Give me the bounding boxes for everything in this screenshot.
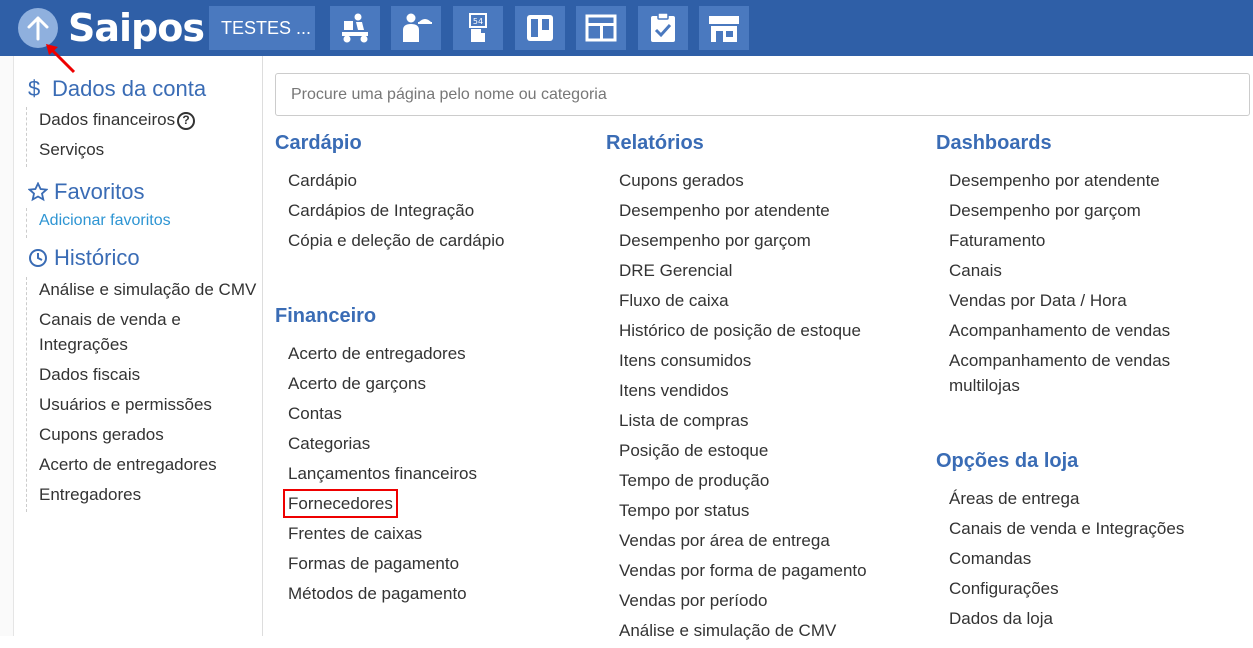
search-input[interactable] (275, 73, 1250, 116)
store-icon (709, 16, 739, 42)
menu-item[interactable]: Cupons gerados (619, 168, 926, 198)
sidebar-item-history[interactable]: Análise e simulação de CMV (39, 277, 261, 307)
kanban-icon (527, 15, 553, 41)
menu-item[interactable]: Desempenho por atendente (619, 198, 926, 228)
menu-item[interactable]: Faturamento (949, 228, 1236, 258)
waiter-icon (403, 13, 432, 42)
dashboards-section: Dashboards Desempenho por atendente Dese… (936, 132, 1236, 403)
account-section-title: $ Dados da conta (28, 76, 206, 102)
financial-data-label: Dados financeiros (39, 110, 176, 129)
financeiro-heading: Financeiro (275, 305, 377, 327)
menu-item[interactable]: Formas de pagamento (288, 551, 595, 581)
menu-item[interactable]: Itens consumidos (619, 348, 926, 378)
star-icon (28, 182, 48, 202)
dashboards-heading: Dashboards (936, 132, 1052, 154)
menu-item[interactable]: Vendas por Data / Hora (949, 288, 1236, 318)
relatorios-section: Relatórios Cupons gerados Desempenho por… (606, 132, 926, 648)
account-title-text: Dados da conta (52, 76, 207, 101)
menu-item[interactable]: Tempo por status (619, 498, 926, 528)
menu-item[interactable]: Itens vendidos (619, 378, 926, 408)
history-section-title: Histórico (28, 245, 140, 271)
opcoes-section: Opções da loja Áreas de entrega Canais d… (936, 450, 1236, 636)
sidebar-item-history[interactable]: Acerto de entregadores (39, 452, 261, 482)
menu-item[interactable]: Vendas por área de entrega (619, 528, 926, 558)
menu-item[interactable]: Contas (288, 401, 595, 431)
table-tag-button[interactable]: 54 (453, 6, 503, 50)
svg-text:54: 54 (473, 17, 483, 26)
financeiro-section: Financeiro Acerto de entregadores Acerto… (275, 305, 595, 611)
menu-item[interactable]: Lançamentos financeiros (288, 461, 595, 491)
menu-item[interactable]: Fluxo de caixa (619, 288, 926, 318)
menu-item[interactable]: Lista de compras (619, 408, 926, 438)
sidebar-item-history[interactable]: Dados fiscais (39, 362, 261, 392)
cardapio-section: Cardápio Cardápio Cardápios de Integraçã… (275, 132, 595, 258)
menu-item[interactable]: Tempo de produção (619, 468, 926, 498)
favorites-section-title: Favoritos (28, 179, 144, 205)
sidebar-item-financial-data[interactable]: Dados financeiros? (39, 107, 196, 137)
sidebar-item-history[interactable]: Entregadores (39, 482, 261, 512)
menu-item-fornecedores[interactable]: Fornecedores (288, 491, 595, 521)
menu-item[interactable]: Áreas de entrega (949, 486, 1236, 516)
menu-item[interactable]: Canais (949, 258, 1236, 288)
menu-item[interactable]: Dados da loja (949, 606, 1236, 636)
screen-button[interactable] (576, 6, 626, 50)
delivery-icon (342, 13, 368, 43)
menu-item[interactable]: Categorias (288, 431, 595, 461)
menu-item[interactable]: Vendas por forma de pagamento (619, 558, 926, 588)
menu-item[interactable]: Desempenho por garçom (619, 228, 926, 258)
menu-item[interactable]: Acompanhamento de vendas multilojas (949, 348, 1189, 403)
checklist-button[interactable] (638, 6, 688, 50)
menu-item[interactable]: Desempenho por garçom (949, 198, 1236, 228)
screen-icon (585, 14, 617, 42)
store-button[interactable] (699, 6, 749, 50)
favorites-list: Adicionar favoritos (26, 208, 171, 238)
menu-item[interactable]: Cópia e deleção de cardápio (288, 228, 595, 258)
dollar-icon: $ (28, 76, 41, 101)
menu-item[interactable]: Frentes de caixas (288, 521, 595, 551)
sidebar-item-history[interactable]: Usuários e permissões (39, 392, 261, 422)
menu-item[interactable]: Vendas por período (619, 588, 926, 618)
store-selector-button[interactable]: TESTES ... (209, 6, 315, 50)
menu-item[interactable]: Acerto de entregadores (288, 341, 595, 371)
menu-item[interactable]: Desempenho por atendente (949, 168, 1236, 198)
top-bar: Saipos TESTES ... 54 (0, 0, 1253, 56)
menu-item[interactable]: Comandas (949, 546, 1236, 576)
relatorios-heading: Relatórios (606, 132, 704, 154)
kanban-button[interactable] (515, 6, 565, 50)
sidebar-item-services[interactable]: Serviços (39, 137, 195, 167)
menu-item[interactable]: Análise e simulação de CMV (619, 618, 926, 648)
sidebar-item-history[interactable]: Canais de venda e Integrações (39, 307, 219, 362)
checklist-icon (651, 12, 675, 42)
history-title-text: Histórico (54, 245, 140, 270)
menu-item[interactable]: Acerto de garçons (288, 371, 595, 401)
menu-item[interactable]: Posição de estoque (619, 438, 926, 468)
opcoes-heading: Opções da loja (936, 450, 1079, 472)
menu-item[interactable]: Métodos de pagamento (288, 581, 595, 611)
menu-item[interactable]: Cardápios de Integração (288, 198, 595, 228)
menu-item[interactable]: DRE Gerencial (619, 258, 926, 288)
account-list: Dados financeiros? Serviços (26, 107, 196, 167)
menu-item[interactable]: Cardápio (288, 168, 595, 198)
add-favorites-link[interactable]: Adicionar favoritos (39, 208, 171, 238)
sidebar-item-history[interactable]: Cupons gerados (39, 422, 261, 452)
table-tag-icon: 54 (469, 13, 487, 42)
saipos-logo: Saipos (68, 6, 205, 50)
waiter-button[interactable] (391, 6, 441, 50)
favorites-title-text: Favoritos (54, 179, 145, 204)
delivery-button[interactable] (330, 6, 380, 50)
history-list: Análise e simulação de CMV Canais de ven… (26, 277, 261, 512)
cardapio-heading: Cardápio (275, 132, 362, 154)
arrow-up-icon (27, 16, 49, 41)
menu-item[interactable]: Acompanhamento de vendas (949, 318, 1236, 348)
menu-item[interactable]: Configurações (949, 576, 1236, 606)
menu-item[interactable]: Canais de venda e Integrações (949, 516, 1236, 546)
clock-icon (29, 249, 47, 267)
menu-item[interactable]: Histórico de posição de estoque (619, 318, 926, 348)
help-icon[interactable]: ? (177, 111, 196, 130)
